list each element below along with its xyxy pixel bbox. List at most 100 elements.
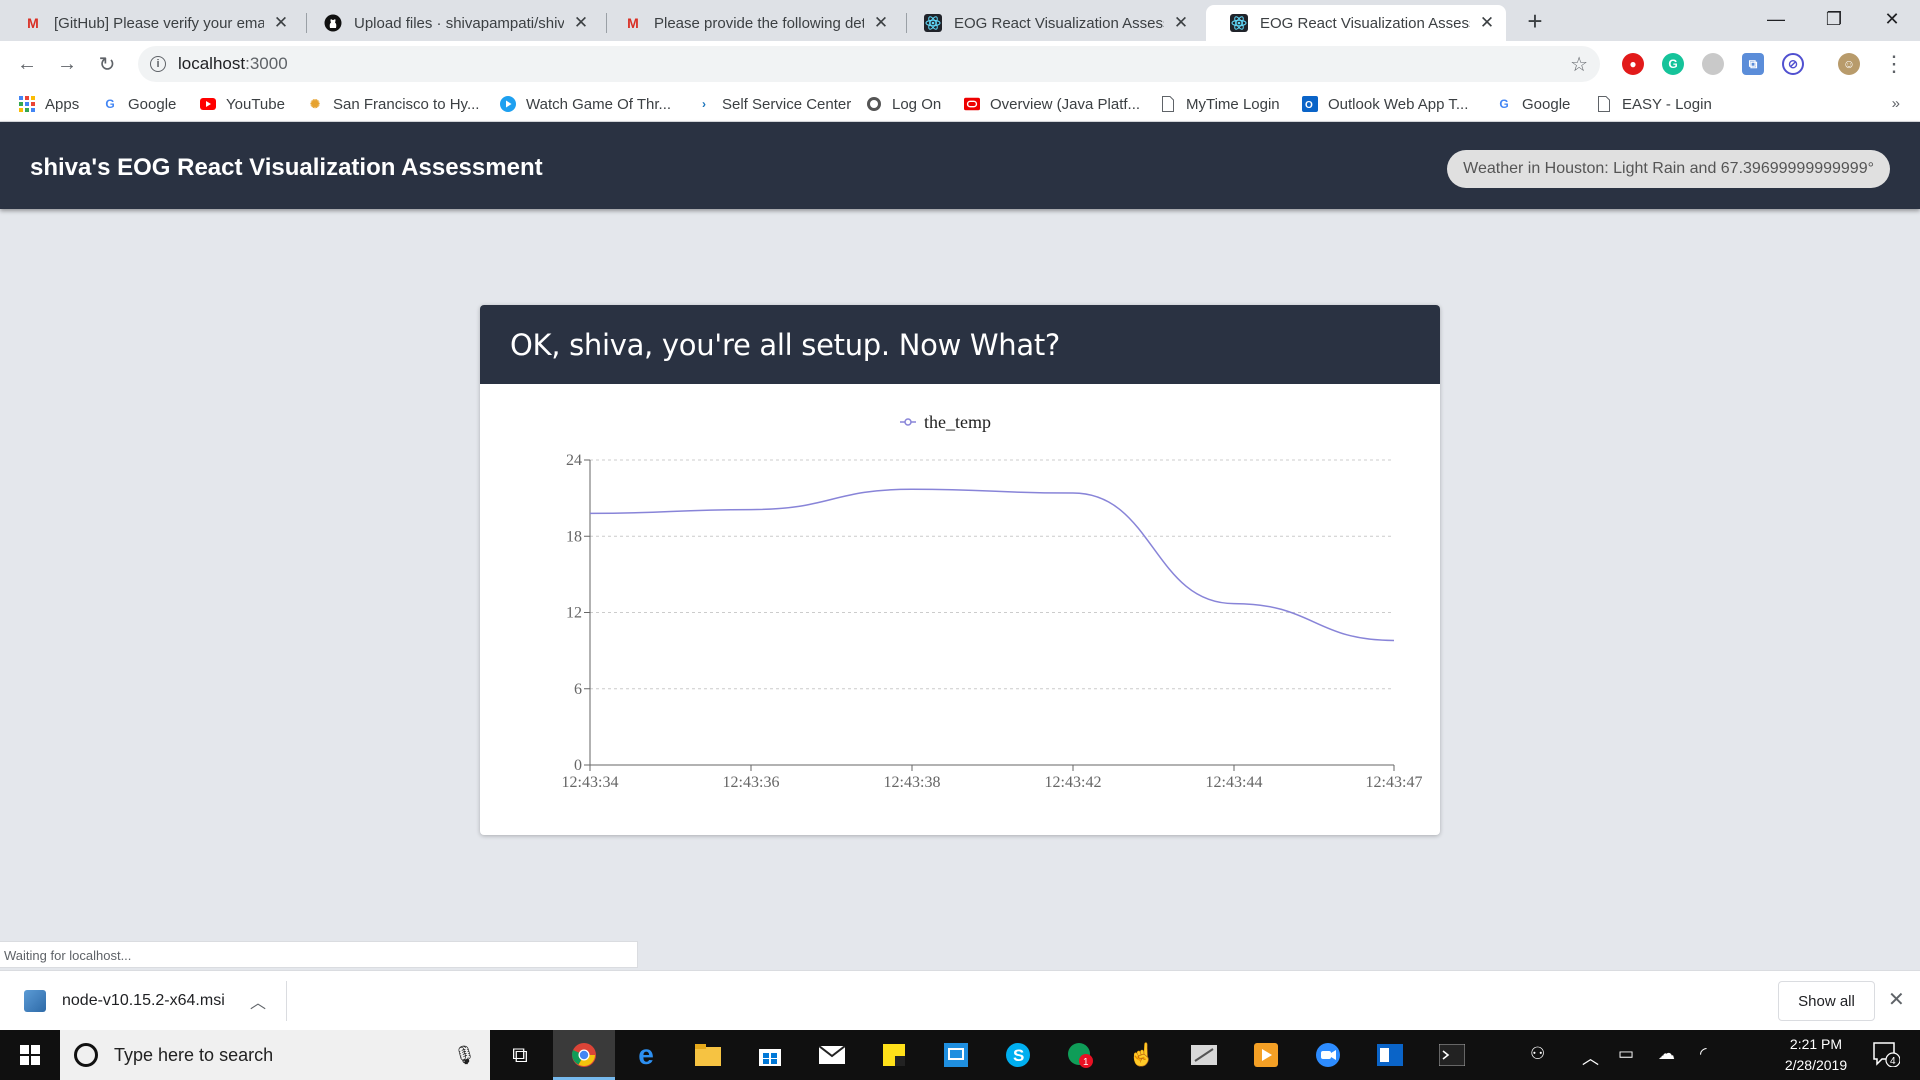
snipping-tool-icon[interactable]	[1186, 1037, 1222, 1073]
close-icon[interactable]: ✕	[872, 13, 890, 33]
tray-clock[interactable]: 2:21 PM 2/28/2019	[1768, 1034, 1864, 1076]
tab-provide-details[interactable]: M Please provide the following deta ✕	[600, 5, 900, 41]
block-extension-icon[interactable]: ⊘	[1782, 53, 1804, 75]
tab-upload-files[interactable]: Upload files · shivapampati/shiva ✕	[300, 5, 600, 41]
store-icon[interactable]	[752, 1037, 788, 1073]
notification-count: 4	[1890, 1056, 1896, 1067]
bookmarks-overflow-icon[interactable]: »	[1892, 95, 1900, 112]
bookmark-watch-got[interactable]: Watch Game Of Thr...	[500, 93, 671, 115]
adblock-extension-icon[interactable]: ●	[1622, 53, 1644, 75]
bookmark-youtube[interactable]: YouTube	[200, 93, 285, 115]
taskbar-search-box[interactable]: Type here to search 🎙	[60, 1030, 490, 1080]
site-info-icon[interactable]: i	[150, 56, 166, 72]
gmail-icon: M	[627, 15, 639, 31]
task-view-icon[interactable]: ⧉	[502, 1037, 538, 1073]
bookmark-easy-login[interactable]: EASY - Login	[1596, 93, 1712, 115]
x-tick-label: 12:43:44	[1206, 774, 1263, 791]
people-icon[interactable]: ⚇	[1530, 1044, 1545, 1064]
chevron-up-icon[interactable]: ︿	[250, 989, 266, 1013]
weather-chip[interactable]: Weather in Houston: Light Rain and 67.39…	[1447, 150, 1890, 188]
sticky-notes-icon[interactable]	[876, 1037, 912, 1073]
x-tick-label: 12:43:36	[723, 774, 780, 791]
bookmark-san-francisco[interactable]: ✺ San Francisco to Hy...	[307, 93, 479, 115]
legend-label: the_temp	[924, 412, 991, 432]
tab-eog-react-1[interactable]: EOG React Visualization Assessm ✕	[900, 5, 1200, 41]
cortana-icon	[74, 1043, 98, 1067]
chart-axes: 0 6 12 18 24 12:43:34 12:43:36 12:43:38 12:43:42…	[562, 452, 1423, 791]
bookmark-mytime[interactable]: MyTime Login	[1160, 93, 1280, 115]
minimize-icon[interactable]: —	[1748, 0, 1804, 38]
close-icon[interactable]: ✕	[272, 13, 290, 33]
hangouts-icon[interactable]: 1	[1062, 1037, 1098, 1073]
bookmark-google-2[interactable]: G Google	[1496, 93, 1570, 115]
page-icon	[1160, 96, 1176, 112]
tab-label: Please provide the following deta	[654, 14, 864, 32]
bookmark-apps[interactable]: Apps	[19, 93, 79, 115]
reload-icon[interactable]: ↻	[93, 50, 121, 78]
bookmark-java-overview[interactable]: Overview (Java Platf...	[964, 93, 1140, 115]
address-bar[interactable]: i localhost:3000 ☆	[138, 46, 1600, 82]
series-line-the_temp	[589, 488, 1395, 642]
menu-kebab-icon[interactable]: ⋮	[1880, 50, 1908, 78]
close-icon[interactable]: ✕	[572, 13, 590, 33]
download-file-name: node-v10.15.2-x64.msi	[62, 992, 225, 1009]
bookmark-log-on[interactable]: Log On	[866, 93, 941, 115]
window-close-icon[interactable]: ✕	[1864, 0, 1920, 38]
bookmark-self-service[interactable]: › Self Service Center	[696, 93, 851, 115]
zoom-icon[interactable]	[1310, 1037, 1346, 1073]
onedrive-icon[interactable]: ☁	[1658, 1044, 1675, 1064]
notification-center-icon[interactable]: 4	[1872, 1041, 1901, 1068]
tab-github-verify-email[interactable]: M [GitHub] Please verify your email ✕	[0, 5, 300, 41]
bookmark-label: Apps	[45, 95, 80, 113]
react-icon	[924, 14, 942, 32]
windows-start-icon[interactable]	[0, 1030, 60, 1080]
bookmark-star-icon[interactable]: ☆	[1570, 52, 1588, 77]
bookmark-label: Outlook Web App T...	[1328, 95, 1469, 113]
back-arrow-icon[interactable]: ←	[13, 50, 41, 78]
battery-icon[interactable]: ▭	[1618, 1044, 1634, 1064]
y-tick-label: 12	[566, 605, 582, 622]
oracle-icon	[964, 96, 980, 112]
skype-icon[interactable]: S	[1000, 1037, 1036, 1073]
close-icon[interactable]: ✕	[1888, 987, 1905, 1012]
restore-icon[interactable]: ❐	[1806, 0, 1862, 38]
google-icon: G	[105, 97, 115, 111]
outlook-taskbar-icon[interactable]	[1372, 1037, 1408, 1073]
browser-toolbar: ← → ↻ i localhost:3000 ☆ ● G ⧉ ⊘ ☺ ⋮	[0, 41, 1920, 87]
mail-icon[interactable]	[814, 1037, 850, 1073]
puzzle-extension-icon[interactable]: ⧉	[1742, 53, 1764, 75]
media-player-icon[interactable]	[1248, 1037, 1284, 1073]
tab-label: EOG React Visualization Assessm	[954, 14, 1164, 32]
show-all-button[interactable]: Show all	[1778, 981, 1875, 1021]
app-title: shiva's EOG React Visualization Assessme…	[30, 154, 543, 181]
circle-extension-icon[interactable]	[1702, 53, 1724, 75]
close-icon[interactable]: ✕	[1172, 13, 1190, 33]
github-icon	[324, 14, 342, 32]
x-tick-label: 12:43:34	[562, 774, 619, 791]
tab-eog-react-active[interactable]: EOG React Visualization Assessm ✕	[1206, 5, 1506, 41]
microphone-icon[interactable]: 🎙	[453, 1045, 476, 1066]
bookmark-label: Google	[1522, 95, 1571, 113]
chrome-icon[interactable]	[566, 1037, 602, 1073]
grammarly-extension-icon[interactable]: G	[1662, 53, 1684, 75]
new-tab-plus-icon[interactable]: +	[1520, 6, 1550, 36]
chevron-arrow-icon: ›	[702, 97, 706, 111]
file-explorer-icon[interactable]	[690, 1037, 726, 1073]
remote-desktop-icon[interactable]	[938, 1037, 974, 1073]
forward-arrow-icon[interactable]: →	[53, 50, 81, 78]
edge-icon[interactable]: e	[628, 1037, 664, 1073]
chevron-up-tray-icon[interactable]: ︿	[1582, 1044, 1599, 1069]
wifi-icon[interactable]: ◜	[1700, 1044, 1707, 1064]
search-placeholder: Type here to search	[114, 1044, 274, 1065]
pointer-hand-icon[interactable]: ☝	[1124, 1037, 1160, 1073]
close-icon[interactable]: ✕	[1478, 13, 1496, 33]
download-item[interactable]: node-v10.15.2-x64.msi	[24, 983, 225, 1019]
profile-avatar[interactable]: ☺	[1838, 53, 1860, 75]
card-title: OK, shiva, you're all setup. Now What?	[510, 327, 1061, 362]
terminal-icon[interactable]	[1434, 1037, 1470, 1073]
chart-card: OK, shiva, you're all setup. Now What? t…	[480, 305, 1440, 835]
bookmark-outlook[interactable]: O Outlook Web App T...	[1302, 93, 1468, 115]
bookmark-google[interactable]: G Google	[102, 93, 176, 115]
page-icon	[1596, 96, 1612, 112]
x-tick-label: 12:43:47	[1366, 774, 1423, 791]
